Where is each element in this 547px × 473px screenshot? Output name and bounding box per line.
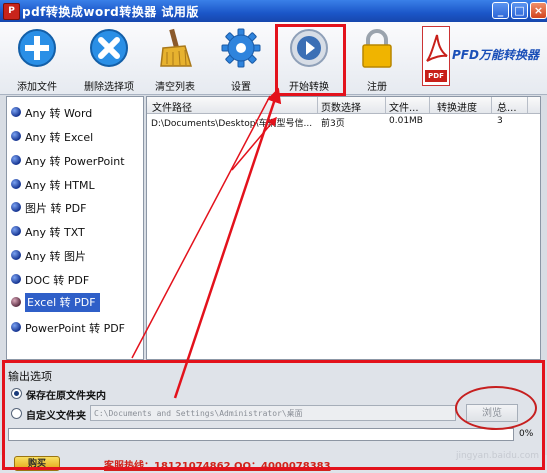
gear-icon bbox=[221, 28, 261, 68]
delete-selected-label: 删除选择项 bbox=[84, 82, 134, 93]
table-header: 文件路径 页数选择 文件... 转换进度 总... bbox=[147, 97, 540, 114]
settings-label: 设置 bbox=[231, 82, 251, 93]
clear-list-label: 清空列表 bbox=[155, 82, 195, 93]
close-button[interactable]: × bbox=[530, 2, 547, 19]
bullet-icon bbox=[11, 155, 21, 165]
clear-list-button[interactable]: 清空列表 bbox=[142, 26, 208, 93]
highlight-browse bbox=[455, 386, 537, 430]
file-list-table: 文件路径 页数选择 文件... 转换进度 总... D:\Documents\D… bbox=[146, 96, 541, 360]
column-header-size[interactable]: 文件... bbox=[389, 99, 425, 114]
bullet-icon bbox=[11, 107, 21, 117]
column-divider[interactable] bbox=[491, 97, 492, 113]
conversion-type-list: Any 转 Word Any 转 Excel Any 转 PowerPoint … bbox=[6, 96, 144, 360]
minimize-button[interactable]: _ bbox=[492, 2, 509, 19]
bullet-icon bbox=[11, 179, 21, 189]
delete-selected-button[interactable]: 删除选择项 bbox=[76, 26, 142, 93]
nav-item-any-to-powerpoint[interactable]: Any 转 PowerPoint bbox=[7, 150, 143, 170]
app-icon: P bbox=[3, 3, 20, 20]
column-divider[interactable] bbox=[527, 97, 528, 113]
register-button[interactable]: 注册 bbox=[344, 26, 410, 93]
nav-item-label: Any 转 TXT bbox=[25, 226, 85, 239]
nav-item-label: PowerPoint 转 PDF bbox=[25, 322, 125, 335]
column-header-progress[interactable]: 转换进度 bbox=[437, 99, 493, 114]
nav-item-label: 图片 转 PDF bbox=[25, 202, 87, 215]
register-label: 注册 bbox=[367, 82, 387, 93]
window-title: pdf转换成word转换器 试用版 bbox=[22, 5, 199, 19]
plus-icon bbox=[18, 29, 56, 67]
nav-item-label: Any 转 HTML bbox=[25, 179, 95, 192]
nav-item-label: Any 转 PowerPoint bbox=[25, 155, 125, 168]
column-divider[interactable] bbox=[317, 97, 318, 113]
bullet-icon bbox=[11, 274, 21, 284]
highlight-start-convert bbox=[275, 24, 346, 96]
bullet-icon bbox=[11, 297, 21, 307]
add-file-button[interactable]: 添加文件 bbox=[4, 26, 70, 93]
column-divider[interactable] bbox=[429, 97, 430, 113]
table-row[interactable]: D:\Documents\Desktop\车辆型号信... 前3页 0.01MB… bbox=[147, 115, 540, 130]
lock-icon bbox=[362, 29, 392, 68]
settings-button[interactable]: 设置 bbox=[208, 26, 274, 93]
bullet-icon bbox=[11, 202, 21, 212]
nav-item-excel-to-pdf[interactable]: Excel 转 PDF bbox=[7, 292, 143, 312]
bullet-icon bbox=[11, 226, 21, 236]
bullet-icon bbox=[11, 131, 21, 141]
nav-item-label: DOC 转 PDF bbox=[25, 274, 90, 287]
nav-item-any-to-txt[interactable]: Any 转 TXT bbox=[7, 221, 143, 241]
acrobat-icon bbox=[426, 34, 448, 62]
cell-total: 3 bbox=[497, 116, 503, 126]
nav-item-label: Any 转 Word bbox=[25, 107, 93, 120]
watermark: jingyan.baidu.com bbox=[455, 451, 539, 461]
bullet-icon bbox=[11, 322, 21, 332]
column-header-total[interactable]: 总... bbox=[497, 99, 525, 114]
nav-item-label: Any 转 Excel bbox=[25, 131, 94, 144]
title-bar: P pdf转换成word转换器 试用版 _ □ × bbox=[0, 0, 547, 22]
brand-logo: PDF PFD万能转换器 bbox=[418, 24, 546, 92]
nav-item-any-to-html[interactable]: Any 转 HTML bbox=[7, 174, 143, 194]
nav-item-doc-to-pdf[interactable]: DOC 转 PDF bbox=[7, 269, 143, 289]
nav-item-label: Excel 转 PDF bbox=[25, 293, 100, 312]
add-file-label: 添加文件 bbox=[17, 82, 57, 93]
pdf-document-icon: PDF bbox=[422, 26, 450, 86]
nav-item-label: Any 转 图片 bbox=[25, 250, 86, 263]
column-header-pages[interactable]: 页数选择 bbox=[321, 99, 383, 114]
cross-icon bbox=[90, 29, 128, 67]
toolbar: 添加文件 删除选择项 清空列表 设置 开始转换 注册 PDF PFD万能转换器 bbox=[0, 22, 547, 95]
nav-item-powerpoint-to-pdf[interactable]: PowerPoint 转 PDF bbox=[7, 317, 143, 337]
nav-item-image-to-pdf[interactable]: 图片 转 PDF bbox=[7, 197, 143, 217]
nav-item-any-to-image[interactable]: Any 转 图片 bbox=[7, 245, 143, 265]
nav-item-any-to-word[interactable]: Any 转 Word bbox=[7, 102, 143, 122]
cell-pages[interactable]: 前3页 bbox=[321, 116, 381, 129]
maximize-button[interactable]: □ bbox=[511, 2, 528, 19]
column-header-path[interactable]: 文件路径 bbox=[152, 99, 312, 114]
column-divider[interactable] bbox=[385, 97, 386, 113]
bullet-icon bbox=[11, 250, 21, 260]
cell-size: 0.01MB bbox=[389, 116, 423, 126]
cell-path: D:\Documents\Desktop\车辆型号信... bbox=[151, 119, 313, 129]
broom-icon bbox=[160, 28, 193, 67]
nav-item-any-to-excel[interactable]: Any 转 Excel bbox=[7, 126, 143, 146]
pdf-label: PDF bbox=[425, 70, 447, 82]
brand-name: PFD万能转换器 bbox=[452, 48, 539, 62]
